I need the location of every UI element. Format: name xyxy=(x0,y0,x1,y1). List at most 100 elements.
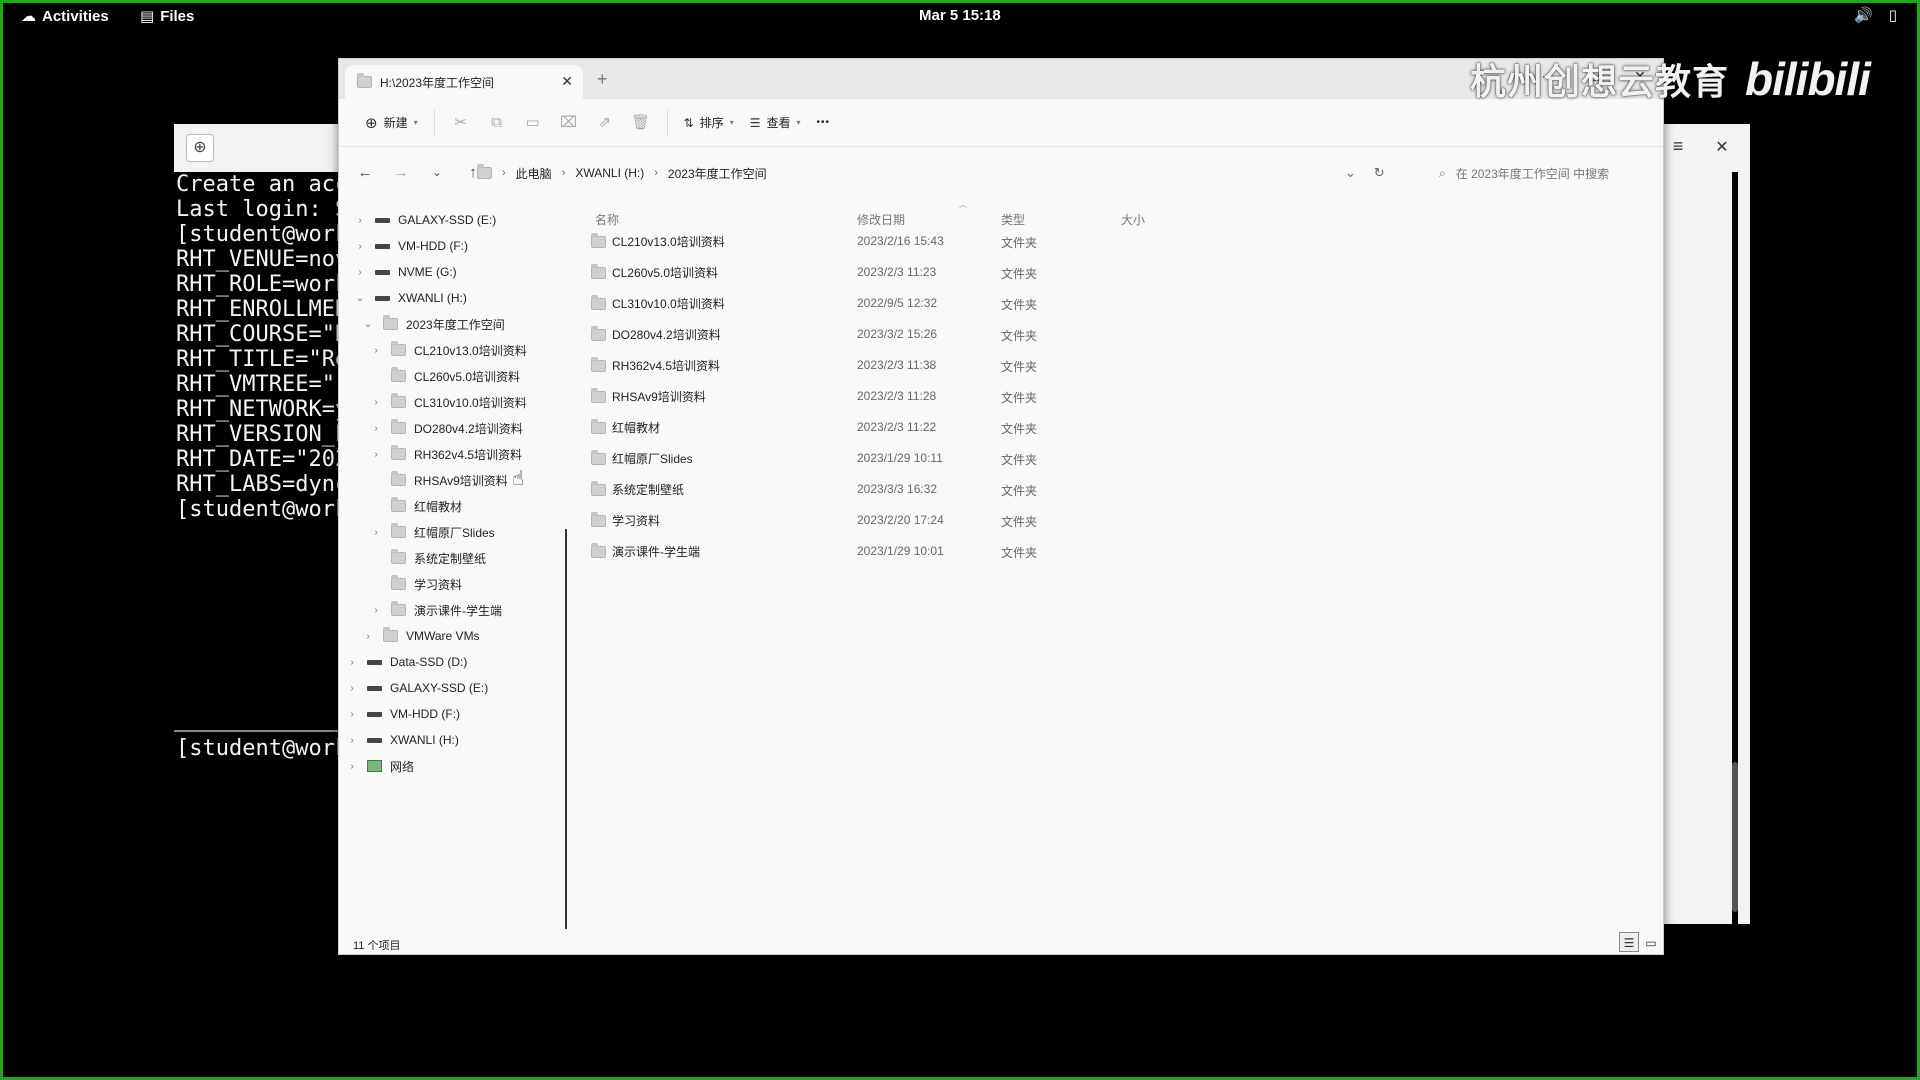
breadcrumb-item[interactable]: 2023年度工作空间 xyxy=(668,165,767,182)
file-row[interactable]: 系统定制壁纸 2023/3/3 16:32 文件夹 xyxy=(571,473,1663,504)
paste-icon[interactable]: ▭ xyxy=(515,107,551,139)
new-tab-icon[interactable]: ⊕ xyxy=(186,134,214,162)
nav-tree-item[interactable]: ⌄ 2023年度工作空间 xyxy=(361,311,505,337)
chevron-right-icon[interactable]: › xyxy=(369,527,383,538)
chevron-right-icon[interactable]: › xyxy=(345,761,359,772)
file-list[interactable]: 名称 ︿ 修改日期 类型 大小 CL210v13.0培训资料 2023/2/16 … xyxy=(571,199,1663,929)
sort-button[interactable]: ⇅ 排序 ▾ xyxy=(676,107,742,139)
close-icon[interactable]: ✕ xyxy=(1708,134,1736,162)
delete-icon[interactable]: 🗑 xyxy=(623,107,659,139)
recent-locations-icon[interactable]: ⌄ xyxy=(423,159,451,187)
folder-icon xyxy=(591,263,606,279)
more-options-button[interactable]: ••• xyxy=(809,107,839,139)
terminal-scrollbar[interactable] xyxy=(1732,172,1738,924)
file-explorer-window[interactable]: H:\2023年度工作空间 ✕ + ─ ☐ ✕ ⊕ 新建 ▾ ✂ ⧉ ▭ ⌧ ⇗… xyxy=(338,58,1664,955)
chevron-down-icon[interactable]: ⌄ xyxy=(353,293,367,304)
tab-close-icon[interactable]: ✕ xyxy=(561,73,573,90)
item-count: 11 个项目 xyxy=(353,940,401,952)
share-icon[interactable]: ⇗ xyxy=(587,107,623,139)
hand-cursor-icon: ☝ xyxy=(512,468,525,490)
nav-tree-item[interactable]: › RH362v4.5培训资料 xyxy=(369,441,522,467)
nav-tree-item[interactable]: › 红帽原厂Slides xyxy=(369,519,495,545)
folder-icon xyxy=(383,627,398,642)
nav-tree-item[interactable]: 学习资料 xyxy=(369,571,462,597)
file-row[interactable]: 红帽教材 2023/2/3 11:22 文件夹 xyxy=(571,411,1663,442)
nav-tree-item[interactable]: CL260v5.0培训资料 xyxy=(369,363,520,389)
forward-icon[interactable]: → xyxy=(387,159,415,187)
nav-tree-item[interactable]: › VM-HDD (F:) xyxy=(353,233,468,259)
clock[interactable]: Mar 5 15:18 xyxy=(919,7,1001,24)
hamburger-menu-icon[interactable]: ≡ xyxy=(1664,136,1692,160)
file-date: 2023/3/2 15:26 xyxy=(857,327,938,341)
nav-tree-item[interactable]: › GALAXY-SSD (E:) xyxy=(345,675,488,701)
chevron-right-icon[interactable]: › xyxy=(353,241,367,252)
file-row[interactable]: 红帽原厂Slides 2023/1/29 10:11 文件夹 xyxy=(571,442,1663,473)
chevron-right-icon[interactable]: › xyxy=(361,631,375,642)
file-date: 2023/2/20 17:24 xyxy=(857,513,944,527)
file-row[interactable]: DO280v4.2培训资料 2023/3/2 15:26 文件夹 xyxy=(571,318,1663,349)
scrollbar-thumb[interactable] xyxy=(1732,762,1738,912)
nav-tree-item[interactable]: › XWANLI (H:) xyxy=(345,727,459,753)
details-view-icon[interactable]: ☰ xyxy=(1619,932,1639,952)
chevron-right-icon[interactable]: › xyxy=(353,267,367,278)
chevron-right-icon[interactable]: › xyxy=(369,345,383,356)
nav-tree-item[interactable]: › 网络 xyxy=(345,753,414,779)
nav-tree-item[interactable]: › Data-SSD (D:) xyxy=(345,649,467,675)
breadcrumb-item[interactable]: XWANLI (H:) xyxy=(575,166,644,180)
breadcrumb-separator[interactable]: › xyxy=(654,167,658,179)
view-button[interactable]: ☰ 查看 ▾ xyxy=(742,107,809,139)
chevron-down-icon[interactable]: ⌄ xyxy=(361,319,375,330)
pane-divider[interactable] xyxy=(565,529,567,954)
battery-icon[interactable]: ▯ xyxy=(1889,6,1897,24)
nav-tree-item[interactable]: 红帽教材 xyxy=(369,493,462,519)
file-row[interactable]: CL210v13.0培训资料 2023/2/16 15:43 文件夹 xyxy=(571,225,1663,256)
back-icon[interactable]: ← xyxy=(351,159,379,187)
search-input[interactable]: ⌕ 在 2023年度工作空间 中搜索 xyxy=(1433,157,1653,189)
breadcrumb-separator[interactable]: › xyxy=(562,167,566,179)
system-tray[interactable]: 🔊 ▯ xyxy=(1854,6,1897,24)
add-tab-icon[interactable]: + xyxy=(597,69,608,90)
chevron-right-icon[interactable]: › xyxy=(369,449,383,460)
chevron-right-icon[interactable]: › xyxy=(369,397,383,408)
file-row[interactable]: RHSAv9培训资料 2023/2/3 11:28 文件夹 xyxy=(571,380,1663,411)
chevron-right-icon[interactable]: › xyxy=(345,657,359,668)
copy-icon[interactable]: ⧉ xyxy=(479,107,515,139)
nav-tree-item[interactable]: 系统定制壁纸 xyxy=(369,545,486,571)
file-row[interactable]: 演示课件-学生端 2023/1/29 10:01 文件夹 xyxy=(571,535,1663,566)
file-row[interactable]: 学习资料 2023/2/20 17:24 文件夹 xyxy=(571,504,1663,535)
nav-tree-item[interactable]: › NVME (G:) xyxy=(353,259,456,285)
history-dropdown-icon[interactable]: ⌄ xyxy=(1345,157,1356,189)
chevron-right-icon[interactable]: › xyxy=(353,215,367,226)
nav-tree-item[interactable]: › GALAXY-SSD (E:) xyxy=(353,207,496,233)
nav-tree-item[interactable]: ⌄ XWANLI (H:) xyxy=(353,285,467,311)
nav-tree-item[interactable]: › DO280v4.2培训资料 xyxy=(369,415,523,441)
tiles-view-icon[interactable]: ▭ xyxy=(1641,932,1661,952)
breadcrumb-separator[interactable]: › xyxy=(502,167,506,179)
breadcrumb-item[interactable]: 此电脑 xyxy=(516,165,552,182)
chevron-right-icon[interactable]: › xyxy=(345,709,359,720)
file-row[interactable]: CL260v5.0培训资料 2023/2/3 11:23 文件夹 xyxy=(571,256,1663,287)
chevron-right-icon[interactable]: › xyxy=(345,683,359,694)
breadcrumb[interactable]: › 此电脑 › XWANLI (H:) › 2023年度工作空间 xyxy=(477,157,1307,189)
volume-icon[interactable]: 🔊 xyxy=(1854,6,1873,24)
rename-icon[interactable]: ⌧ xyxy=(551,107,587,139)
folder-icon xyxy=(591,511,606,527)
nav-tree-item[interactable]: RHSAv9培训资料 xyxy=(369,467,508,493)
refresh-icon[interactable]: ↻ xyxy=(1374,157,1385,189)
nav-tree-item[interactable]: › VMWare VMs xyxy=(361,623,480,649)
nav-tree-item[interactable]: › 演示课件-学生端 xyxy=(369,597,502,623)
activities-button[interactable]: ☁ Activities xyxy=(21,7,109,26)
chevron-right-icon[interactable]: › xyxy=(369,605,383,616)
file-row[interactable]: CL310v10.0培训资料 2022/9/5 12:32 文件夹 xyxy=(571,287,1663,318)
nav-tree-item[interactable]: › CL310v10.0培训资料 xyxy=(369,389,527,415)
new-button[interactable]: ⊕ 新建 ▾ xyxy=(357,107,426,139)
nav-tree-item[interactable]: › VM-HDD (F:) xyxy=(345,701,460,727)
cut-icon[interactable]: ✂ xyxy=(443,107,479,139)
nav-tree-item[interactable]: › CL210v13.0培训资料 xyxy=(369,337,527,363)
navigation-pane[interactable]: › GALAXY-SSD (E:) › VM-HDD (F:) › NVME (G:) ⌄ X… xyxy=(339,199,567,954)
explorer-tab[interactable]: H:\2023年度工作空间 ✕ xyxy=(345,65,583,99)
chevron-right-icon[interactable]: › xyxy=(369,423,383,434)
file-row[interactable]: RH362v4.5培训资料 2023/2/3 11:38 文件夹 xyxy=(571,349,1663,380)
chevron-right-icon[interactable]: › xyxy=(345,735,359,746)
files-app-menu[interactable]: ▤ Files xyxy=(140,7,194,26)
